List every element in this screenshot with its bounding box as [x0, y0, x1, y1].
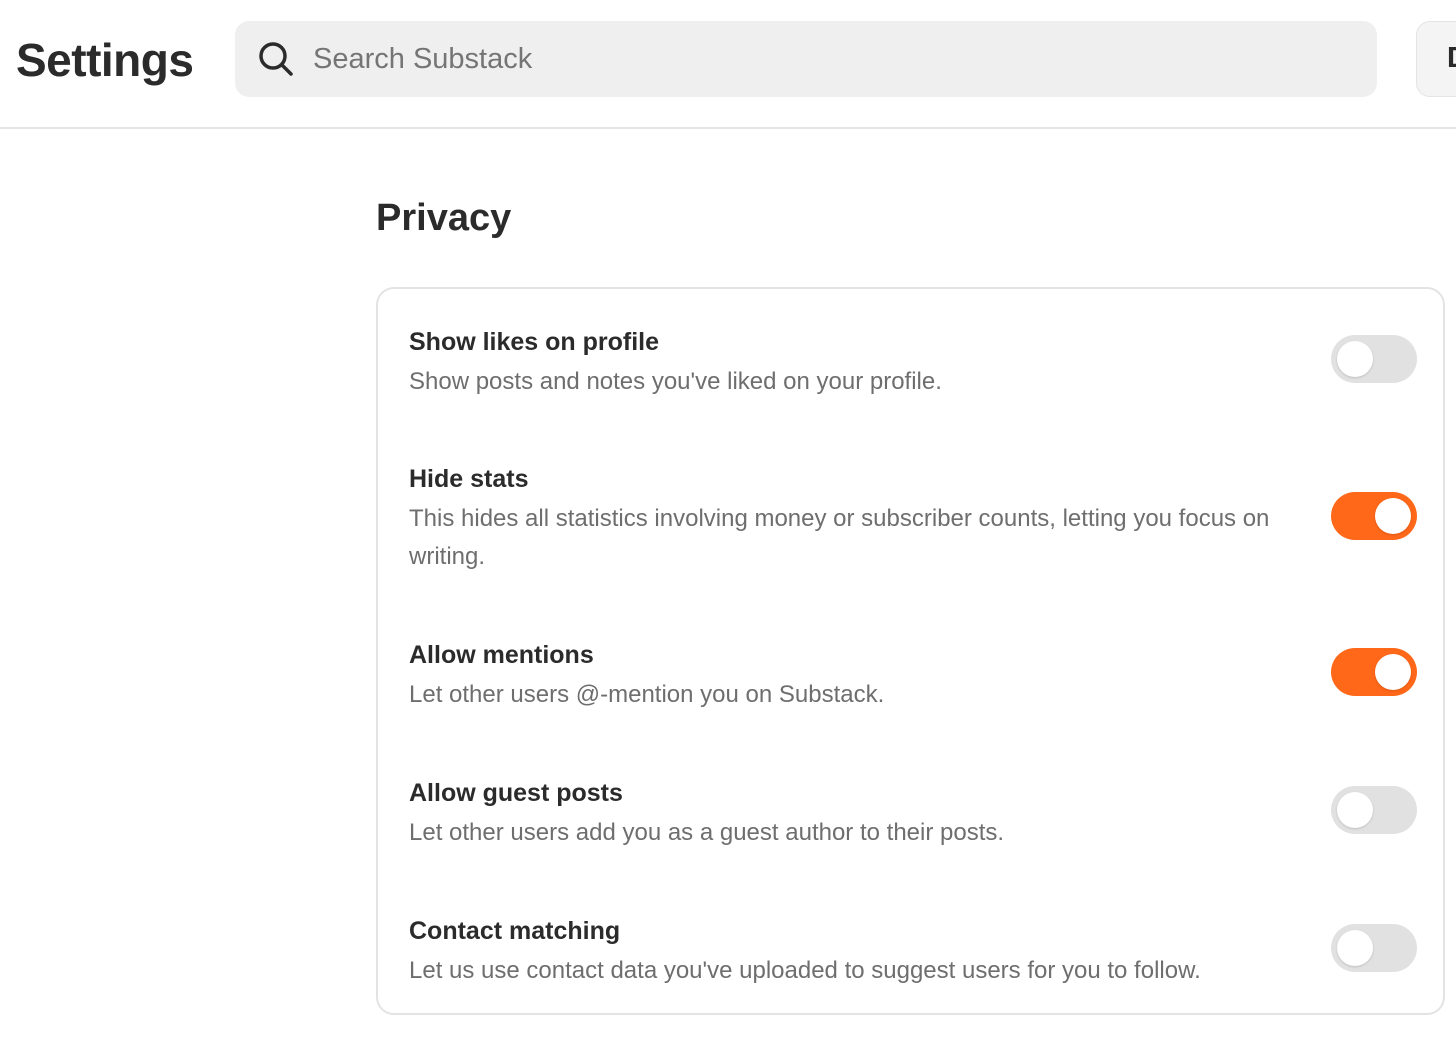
search-icon: [259, 42, 293, 76]
setting-description: Let us use contact data you've uploaded …: [409, 957, 1201, 984]
dashboard-button[interactable]: D: [1416, 21, 1456, 97]
allow-guest-posts-toggle[interactable]: [1331, 786, 1417, 834]
privacy-heading: Privacy: [376, 197, 512, 239]
show-likes-toggle[interactable]: [1331, 335, 1417, 383]
contact-matching-toggle[interactable]: [1331, 924, 1417, 972]
search-input[interactable]: [313, 21, 1353, 97]
top-bar: Settings D: [0, 0, 1456, 129]
setting-description: Let other users @-mention you on Substac…: [409, 681, 885, 708]
toggle-knob: [1375, 654, 1411, 690]
setting-description: This hides all statistics involving mone…: [409, 505, 1270, 570]
toggle-knob: [1337, 930, 1373, 966]
dashboard-button-label: D: [1447, 42, 1456, 75]
setting-label: Allow guest posts: [409, 779, 623, 807]
toggle-knob: [1375, 498, 1411, 534]
setting-label: Show likes on profile: [409, 328, 660, 356]
setting-description: Let other users add you as a guest autho…: [409, 819, 1005, 846]
setting-description: Show posts and notes you've liked on you…: [409, 368, 942, 395]
setting-label: Allow mentions: [409, 641, 594, 669]
allow-mentions-toggle[interactable]: [1331, 648, 1417, 696]
hide-stats-toggle[interactable]: [1331, 492, 1417, 540]
search-box[interactable]: [235, 21, 1377, 97]
setting-label: Contact matching: [409, 917, 621, 945]
toggle-knob: [1337, 792, 1373, 828]
privacy-settings-card: Show likes on profile Show posts and not…: [376, 287, 1445, 1015]
page-title: Settings: [16, 34, 194, 86]
setting-label: Hide stats: [409, 465, 529, 493]
toggle-knob: [1337, 341, 1373, 377]
